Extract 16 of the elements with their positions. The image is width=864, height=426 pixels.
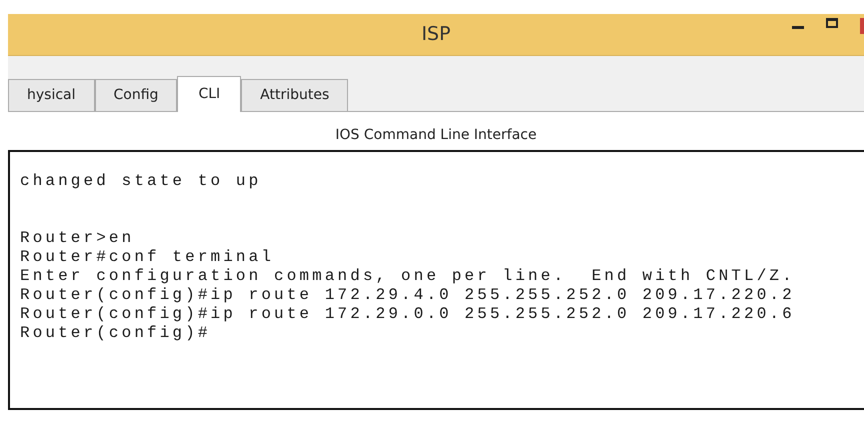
tab[interactable]: Attributes [241, 79, 348, 111]
minimize-button[interactable] [792, 26, 804, 29]
tab[interactable]: CLI [177, 76, 242, 112]
console-line: changed state to up [20, 172, 262, 191]
tab[interactable]: hysical [8, 79, 95, 111]
console-line: Router>en [20, 229, 136, 248]
console-line: Router(config)#ip route 172.29.4.0 255.255.252.0 209.17.220.2 [20, 286, 796, 305]
console-line: Enter configuration commands, one per line. End with CNTL/Z. [20, 267, 796, 286]
maximize-button[interactable] [826, 18, 838, 28]
console-line: Router#conf terminal [20, 248, 276, 267]
console-line: Router(config)#ip route 172.29.0.0 255.255.252.0 209.17.220.6 [20, 305, 796, 324]
close-button[interactable] [860, 18, 864, 34]
window-title: ISP [421, 22, 451, 48]
tab[interactable]: Config [94, 79, 178, 111]
console-line: Router(config)# [20, 324, 212, 343]
panel-title: IOS Command Line Interface [335, 126, 537, 145]
